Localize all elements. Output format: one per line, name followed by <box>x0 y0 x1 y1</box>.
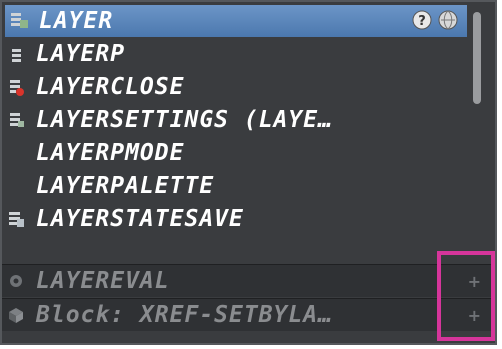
section-system-variables[interactable]: LAYEREVAL + <box>2 264 495 297</box>
layer-state-save-icon <box>2 207 30 231</box>
suggestion-layerp[interactable]: LAYERP <box>2 37 468 70</box>
suggestion-layersettings[interactable]: LAYERSETTINGS (LAYE… <box>2 103 468 136</box>
annotation-highlight-box <box>437 251 495 341</box>
block-icon <box>2 303 30 327</box>
suggestion-layerpalette[interactable]: LAYERPALETTE <box>2 169 468 202</box>
layer-close-icon <box>2 75 30 99</box>
layer-settings-icon <box>2 108 30 132</box>
layer-properties-icon <box>5 9 33 33</box>
svg-text:?: ? <box>418 14 426 29</box>
layer-previous-icon <box>2 42 30 66</box>
help-icon[interactable]: ? <box>411 9 433 35</box>
suggestion-layerstatesave[interactable]: LAYERSTATESAVE <box>2 202 468 235</box>
suggestion-label: LAYERPALETTE <box>36 172 215 199</box>
suggestion-label: LAYERSETTINGS (LAYE… <box>36 106 333 133</box>
suggestion-label: LAYERSTATESAVE <box>36 205 244 232</box>
suggestion-label: LAYERCLOSE <box>36 73 185 100</box>
section-blocks[interactable]: Block: XREF-SETBYLA… + <box>2 298 495 331</box>
section-label: Block: XREF-SETBYLA… <box>36 302 333 328</box>
scrollbar-thumb[interactable] <box>473 12 481 104</box>
command-autocomplete-panel: LAYER ? LAYERP LAYERCLOSE LAYERSETTINGS … <box>0 0 497 345</box>
section-label: LAYEREVAL <box>36 268 170 294</box>
suggestion-label: LAYERPMODE <box>36 139 185 166</box>
system-variable-gear-icon <box>2 269 30 293</box>
suggestion-layer[interactable]: LAYER ? <box>5 5 467 37</box>
suggestion-label: LAYERP <box>36 40 126 67</box>
suggestion-layerclose[interactable]: LAYERCLOSE <box>2 70 468 103</box>
suggestion-label: LAYER <box>39 8 114 34</box>
suggestion-layerpmode[interactable]: LAYERPMODE <box>2 136 468 169</box>
globe-search-icon[interactable] <box>437 9 459 35</box>
